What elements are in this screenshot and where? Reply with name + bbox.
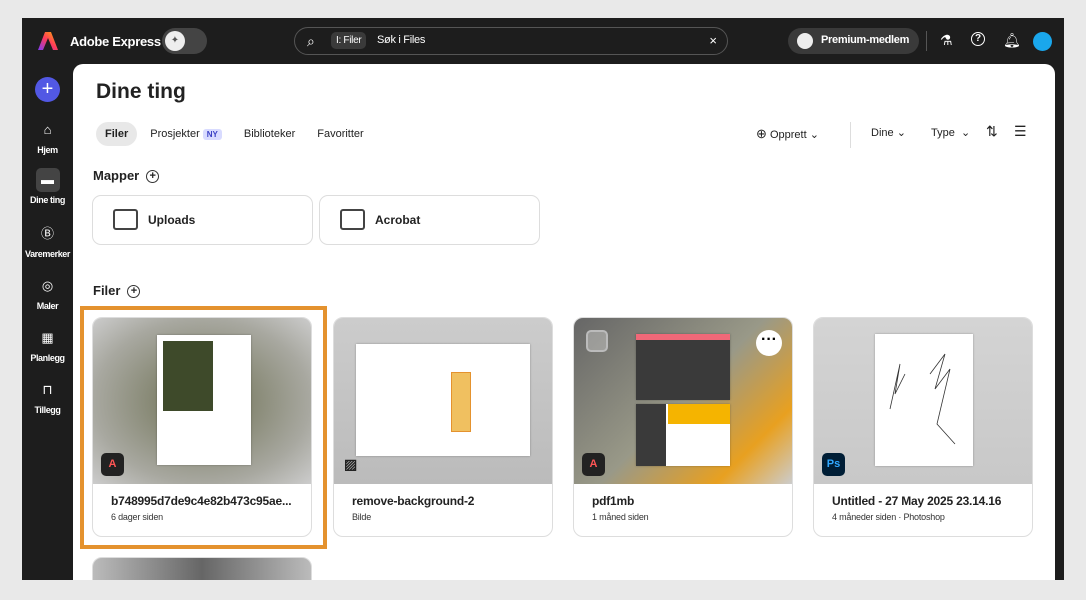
mode-toggle[interactable]: ✦ (162, 28, 207, 54)
file-card[interactable]: ▨ remove-background-2 Bilde (333, 317, 553, 537)
top-bar: Adobe Express ✦ ⌕ I: Filer Søk i Files ×… (22, 18, 1064, 64)
templates-icon: ◎ (41, 278, 54, 293)
page-title: Dine ting (96, 80, 186, 103)
scribble-drawing (889, 353, 956, 445)
search-input[interactable]: Søk i Files (377, 34, 425, 46)
files-title: Filer (93, 283, 121, 298)
sidebar-item-addons[interactable]: ⊓ Tillegg (22, 378, 73, 415)
chevron-down-icon: ⌄ (896, 127, 906, 139)
folder-icon (113, 209, 138, 230)
create-new-button[interactable]: + (35, 77, 60, 102)
page-preview (636, 404, 730, 466)
tab-libraries[interactable]: Biblioteker (235, 122, 304, 146)
sidebar-item-schedule[interactable]: ▦ Planlegg (22, 326, 73, 363)
sidebar-item-templates[interactable]: ◎ Maler (22, 274, 73, 311)
folder-name: Acrobat (375, 213, 421, 227)
sparkle-icon: ✦ (165, 31, 185, 51)
tab-label: Prosjekter (150, 128, 200, 140)
home-icon: ⌂ (43, 122, 52, 137)
folder-name: Uploads (148, 213, 196, 227)
sidebar-label: Dine ting (30, 195, 65, 205)
chevron-down-icon: ⌄ (960, 127, 971, 139)
file-meta: Bilde (352, 512, 372, 522)
labs-flask-icon[interactable]: ⚗ (940, 32, 953, 49)
folders-title: Mapper (93, 168, 140, 183)
file-card[interactable]: Ps Untitled - 27 May 2025 23.14.16 4 måne… (813, 317, 1033, 537)
tab-projects[interactable]: Prosjekter NY (141, 122, 231, 146)
premium-label: Premium-medlem (821, 34, 910, 46)
folder-icon (340, 209, 365, 230)
sidebar-label: Tillegg (34, 405, 61, 415)
type-label: Type (931, 127, 955, 139)
folder-uploads[interactable]: Uploads (92, 195, 313, 245)
file-date: 4 måneder siden (832, 512, 897, 522)
adobe-express-icon: A (582, 453, 605, 476)
add-folder-icon[interactable]: + (146, 170, 160, 183)
tab-favorites[interactable]: Favoritter (308, 122, 372, 146)
image-preview (356, 344, 530, 456)
folder-acrobat[interactable]: Acrobat (319, 195, 540, 245)
folder-icon: ▬ (35, 168, 60, 192)
sketch-preview (875, 334, 973, 466)
sidebar-label: Hjem (37, 145, 58, 155)
file-card[interactable] (92, 557, 312, 580)
calendar-icon: ▦ (41, 330, 54, 345)
file-thumbnail: ··· A (574, 318, 792, 484)
search-scope-chip[interactable]: I: Filer (331, 32, 367, 49)
divider (850, 122, 851, 148)
chevron-down-icon: ⌄ (809, 129, 819, 141)
photoshop-icon: Ps (822, 453, 845, 476)
notifications-bell-icon[interactable]: 🔔︎ (1003, 32, 1021, 49)
file-thumbnail: ▨ (334, 318, 552, 484)
file-thumbnail: Ps (814, 318, 1032, 484)
tab-files[interactable]: Filer (96, 122, 138, 146)
owner-label: Dine (871, 127, 894, 139)
premium-button[interactable]: Premium-medlem (788, 28, 919, 54)
create-button[interactable]: ⊕ Opprett ⌄ (756, 126, 819, 142)
select-checkbox[interactable] (586, 330, 608, 352)
file-name: pdf1mb (592, 494, 635, 508)
file-meta: 4 måneder siden · Photoshop (832, 512, 945, 522)
sidebar-label: Maler (36, 301, 59, 311)
addons-icon: ⊓ (42, 382, 53, 397)
page-preview (636, 334, 730, 400)
divider (926, 31, 927, 51)
clear-search-icon[interactable]: × (709, 33, 717, 48)
new-badge: NY (202, 129, 222, 140)
type-filter-dropdown[interactable]: Type ⌄ (931, 126, 970, 139)
file-name: remove-background-2 (352, 494, 475, 508)
list-view-icon[interactable]: ☰ (1014, 123, 1027, 140)
crown-icon (797, 33, 813, 49)
file-source: Photoshop (903, 512, 945, 522)
brand-icon: Ⓑ (40, 226, 54, 241)
image-icon: ▨ (344, 456, 358, 472)
file-name: Untitled - 27 May 2025 23.14.16 (832, 494, 1002, 508)
user-avatar[interactable] (1033, 32, 1052, 51)
tabs: Filer Prosjekter NY Biblioteker Favoritte… (96, 122, 373, 146)
plus-circle-icon: ⊕ (756, 126, 767, 141)
search-icon: ⌕ (307, 33, 315, 49)
app-name: Adobe Express (70, 34, 161, 49)
sidebar-label: Varemerker (24, 249, 71, 259)
sort-icon[interactable]: ⇅ (986, 123, 998, 140)
add-file-icon[interactable]: + (127, 285, 141, 298)
files-heading: Filer + (93, 283, 141, 298)
search-bar[interactable]: ⌕ I: Filer Søk i Files × (294, 27, 728, 55)
owner-filter-dropdown[interactable]: Dine ⌄ (871, 126, 906, 139)
file-card[interactable]: ··· A pdf1mb 1 måned siden (573, 317, 793, 537)
help-icon[interactable]: ? (971, 32, 985, 46)
sidebar-item-home[interactable]: ⌂ Hjem (22, 118, 73, 155)
create-label: Opprett (769, 129, 807, 141)
more-options-icon[interactable]: ··· (756, 330, 782, 356)
file-meta: 1 måned siden (592, 512, 649, 522)
selection-highlight (80, 306, 327, 549)
sidebar-item-your-stuff[interactable]: ▬ Dine ting (22, 168, 73, 205)
adobe-express-logo-icon[interactable] (38, 31, 58, 51)
sidebar-label: Planlegg (30, 353, 65, 363)
sidebar-item-brands[interactable]: Ⓑ Varemerker (22, 222, 73, 259)
folders-heading: Mapper + (93, 168, 160, 183)
